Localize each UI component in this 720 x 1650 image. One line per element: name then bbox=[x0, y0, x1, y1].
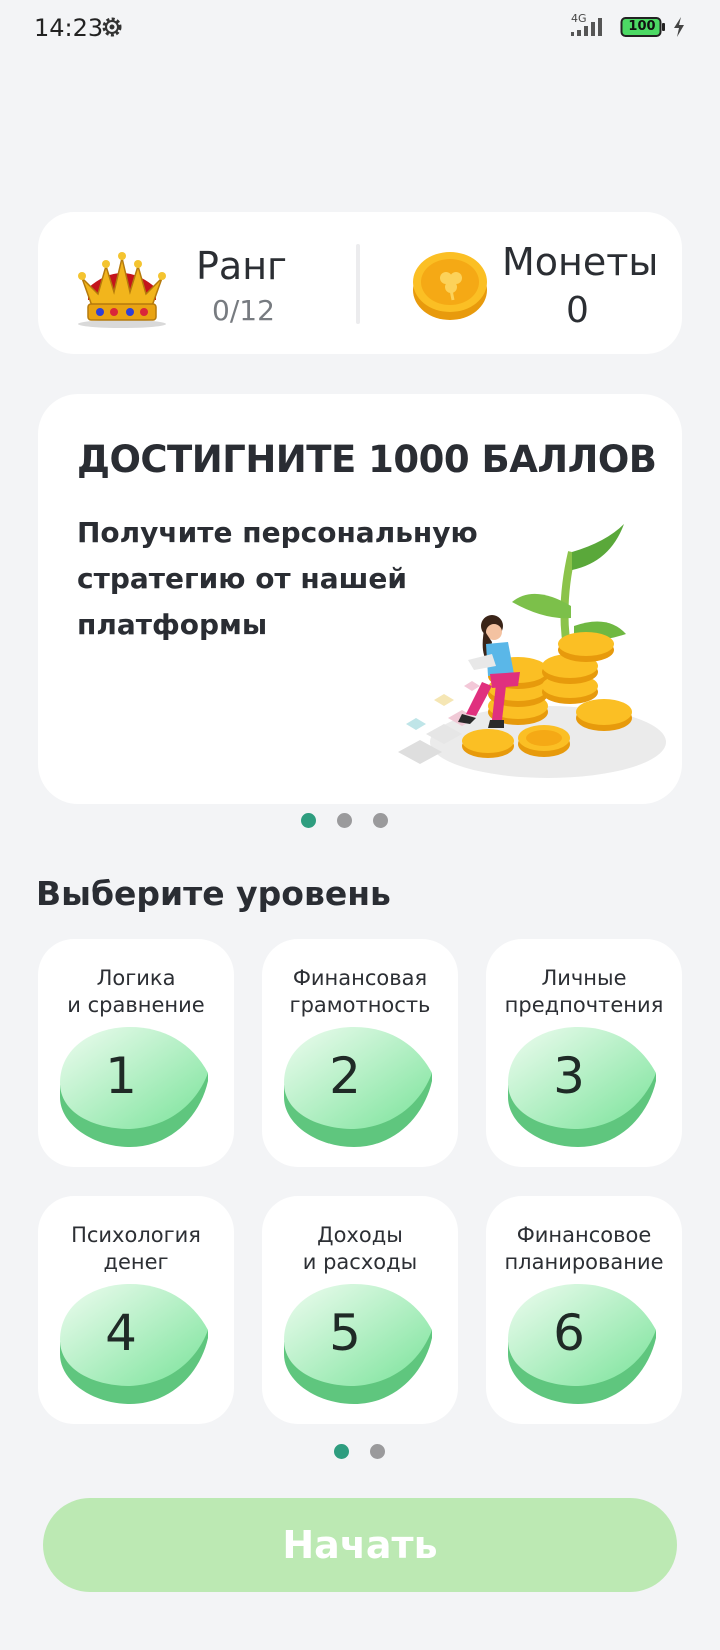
level-name: Доходы и расходы bbox=[262, 1222, 458, 1276]
gear-icon bbox=[102, 17, 122, 37]
level-name-line1: Психология bbox=[71, 1223, 201, 1247]
level-name: Финансовое планирование bbox=[486, 1222, 682, 1276]
rank-label: Ранг bbox=[196, 244, 288, 288]
promo-title: ДОСТИГНИТЕ 1000 БАЛЛОВ bbox=[77, 438, 657, 481]
stats-card: Ранг 0/12 Монеты 0 bbox=[38, 212, 682, 354]
coin-icon bbox=[413, 252, 487, 320]
level-card-4[interactable]: Психология денег 4 bbox=[38, 1196, 234, 1424]
signal-icon bbox=[571, 18, 602, 36]
level-card-2[interactable]: Финансовая грамотность 2 bbox=[262, 939, 458, 1167]
promo-pagination bbox=[301, 813, 388, 828]
level-number: 1 bbox=[105, 1047, 137, 1105]
level-card-6[interactable]: Финансовое планирование 6 bbox=[486, 1196, 682, 1424]
level-name-line1: Финансовое bbox=[516, 1223, 652, 1247]
level-card-5[interactable]: Доходы и расходы 5 bbox=[262, 1196, 458, 1424]
promo-card[interactable]: ДОСТИГНИТЕ 1000 БАЛЛОВ Получите персонал… bbox=[38, 394, 682, 804]
level-name-line2: и расходы bbox=[302, 1250, 418, 1274]
promo-dot-1[interactable] bbox=[301, 813, 316, 828]
rank-value: 0/12 bbox=[212, 294, 275, 327]
level-number: 6 bbox=[553, 1304, 585, 1362]
stats-divider bbox=[356, 244, 360, 324]
coins-label: Монеты bbox=[502, 240, 659, 284]
coins-value: 0 bbox=[566, 290, 589, 331]
level-number: 3 bbox=[553, 1047, 585, 1105]
start-button[interactable]: Начать bbox=[43, 1498, 677, 1592]
woman-on-coins-illustration bbox=[398, 524, 666, 778]
level-name-line2: предпочтения bbox=[504, 993, 664, 1017]
status-time: 14:23 bbox=[34, 14, 104, 42]
crown-icon bbox=[78, 252, 166, 328]
level-name-line2: и сравнение bbox=[67, 993, 205, 1017]
bolt-icon bbox=[674, 17, 684, 37]
level-name-line2: грамотность bbox=[289, 993, 431, 1017]
level-name-line2: денег bbox=[103, 1250, 169, 1274]
level-number: 2 bbox=[329, 1047, 361, 1105]
level-card-3[interactable]: Личные предпочтения 3 bbox=[486, 939, 682, 1167]
levels-dot-2[interactable] bbox=[370, 1444, 385, 1459]
promo-dot-2[interactable] bbox=[337, 813, 352, 828]
section-title: Выберите уровень bbox=[36, 874, 391, 913]
battery-level: 100 bbox=[628, 19, 656, 34]
level-name-line1: Логика bbox=[96, 966, 176, 990]
level-name: Логика и сравнение bbox=[38, 965, 234, 1019]
levels-pagination bbox=[334, 1444, 385, 1459]
level-number: 5 bbox=[329, 1304, 361, 1362]
level-name-line1: Финансовая bbox=[292, 966, 428, 990]
level-name-line1: Личные bbox=[541, 966, 627, 990]
level-name: Финансовая грамотность bbox=[262, 965, 458, 1019]
level-name-line1: Доходы bbox=[317, 1223, 403, 1247]
promo-dot-3[interactable] bbox=[373, 813, 388, 828]
level-name-line2: планирование bbox=[504, 1250, 664, 1274]
level-name: Личные предпочтения bbox=[486, 965, 682, 1019]
level-number: 4 bbox=[105, 1304, 137, 1362]
levels-dot-1[interactable] bbox=[334, 1444, 349, 1459]
status-bar: 14:23 4G 100 bbox=[0, 0, 720, 56]
level-name: Психология денег bbox=[38, 1222, 234, 1276]
level-card-1[interactable]: Логика и сравнение 1 bbox=[38, 939, 234, 1167]
